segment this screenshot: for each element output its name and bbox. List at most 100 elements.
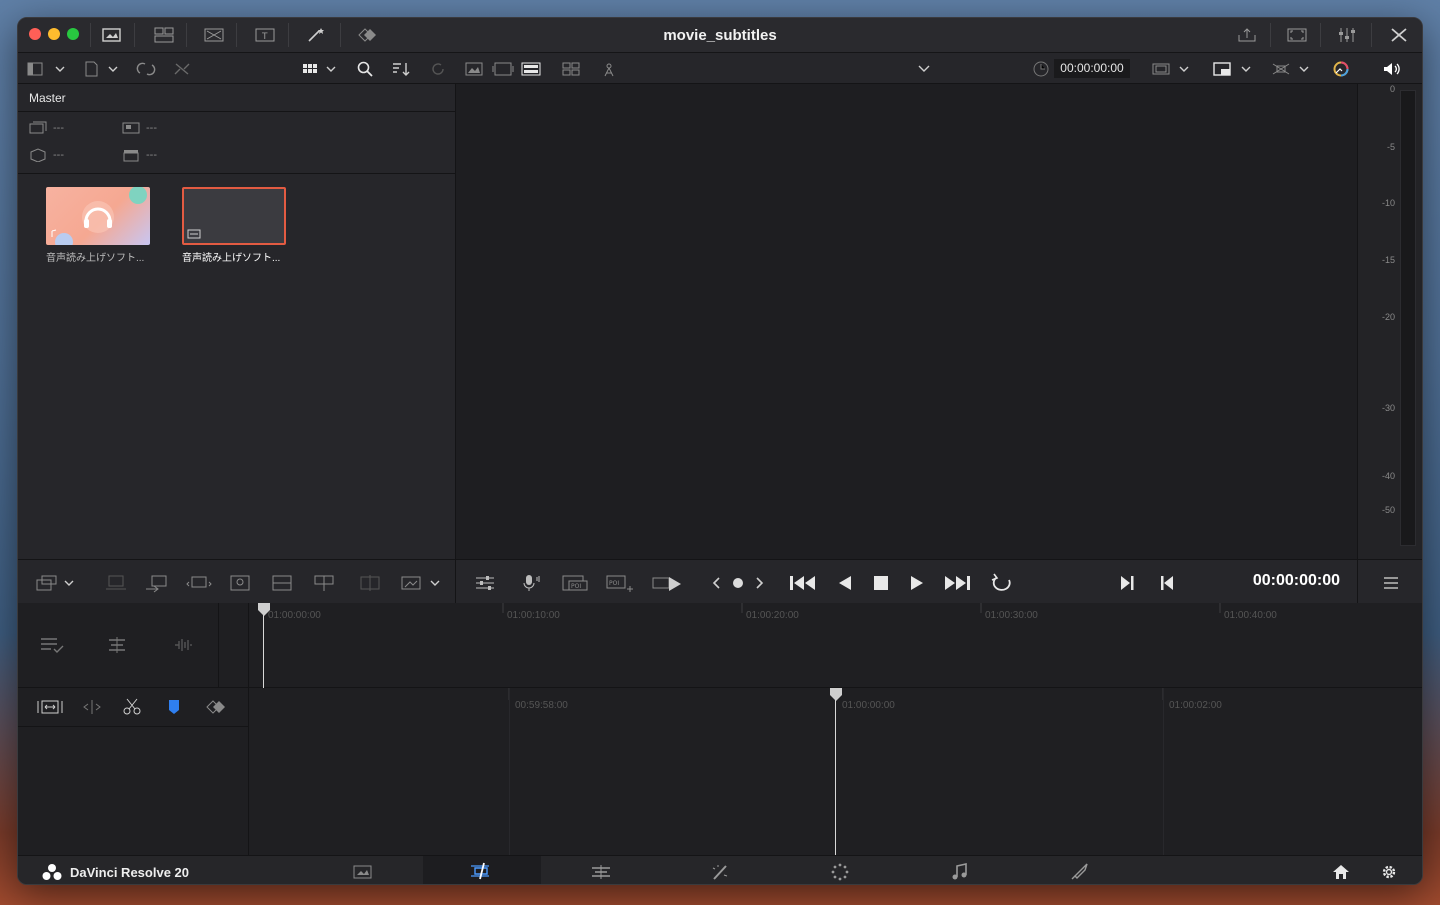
close-up-icon[interactable] [226, 572, 254, 594]
mark-in-icon[interactable] [1156, 572, 1178, 594]
page-tab-deliver[interactable] [1020, 856, 1138, 884]
tools-icon[interactable] [1386, 24, 1412, 46]
scissors-icon[interactable] [120, 696, 144, 718]
source-overwrite-icon[interactable] [310, 572, 338, 594]
playhead-upper[interactable] [257, 603, 271, 617]
unlink-icon[interactable] [170, 59, 194, 79]
timeline-overview[interactable]: 01:00:00:00 01:00:10:00 01:00:20:00 01:0… [249, 603, 1422, 688]
poi-icon[interactable]: POI [560, 572, 590, 594]
loop-icon[interactable] [988, 572, 1016, 594]
transform-dropdown[interactable] [1268, 59, 1312, 79]
full-extent-zoom-icon[interactable] [36, 696, 64, 718]
page-tab-edit[interactable] [542, 856, 660, 884]
audio-clip-thumbnail[interactable] [46, 187, 150, 245]
timeline-tools [18, 688, 249, 855]
meter-tick: -10 [1381, 198, 1395, 208]
clip-thumbnail[interactable]: 音声読み上げソフト... [46, 187, 150, 264]
quick-export-icon[interactable] [1234, 24, 1260, 46]
davinci-logo-icon [42, 864, 62, 880]
window-title: movie_subtitles [663, 27, 777, 44]
marker-icon[interactable] [162, 696, 186, 718]
viewer[interactable] [456, 84, 1357, 559]
jog-control[interactable] [710, 572, 766, 594]
speaker-icon[interactable] [1380, 59, 1404, 79]
play-reverse-icon[interactable] [834, 572, 856, 594]
clips-count-icon [29, 121, 47, 134]
safe-area-dropdown[interactable] [1148, 59, 1192, 79]
viewer-quality-dropdown[interactable] [1210, 59, 1254, 79]
page-tab-cut[interactable] [423, 856, 541, 884]
import-dropdown[interactable] [82, 59, 122, 79]
broadcast-icon[interactable] [598, 59, 620, 79]
color-wheel-icon[interactable] [1330, 59, 1352, 79]
timeline-view-icon[interactable] [520, 59, 542, 79]
relink-icon[interactable] [134, 59, 158, 79]
mixer-icon[interactable] [1334, 24, 1360, 46]
clip-name: 音声読み上げソフト... [46, 253, 145, 264]
source-timecode[interactable]: 00:00:00:00 [1054, 59, 1130, 78]
mark-out-icon[interactable] [1116, 572, 1138, 594]
keyframe-icon[interactable] [202, 696, 232, 718]
go-to-end-icon[interactable] [942, 572, 972, 594]
timeline-detail[interactable]: 00:59:58:00 01:00:00:00 01:00:02:00 [249, 688, 1422, 855]
subtitle-icon [187, 229, 201, 239]
smart-insert-dropdown[interactable] [32, 572, 78, 594]
sliders-icon[interactable] [472, 572, 498, 594]
metadata-area: --- --- --- --- [18, 112, 455, 174]
track-align-icon[interactable] [104, 633, 132, 657]
track-select-icon[interactable] [38, 633, 66, 657]
source-clip-icon[interactable] [464, 59, 484, 79]
append-icon[interactable] [142, 572, 170, 594]
edit-controls [18, 559, 456, 603]
source-tape-icon[interactable] [492, 59, 514, 79]
detail-zoom-icon[interactable] [78, 696, 106, 718]
meta-item: --- [122, 121, 157, 135]
viewer-menu-area [1357, 560, 1422, 604]
chevron-down-icon[interactable] [914, 59, 934, 79]
settings-gear-icon[interactable] [1378, 862, 1400, 882]
ripple-overwrite-icon[interactable] [184, 572, 214, 594]
page-tab-media[interactable] [304, 856, 422, 884]
page-tab-color[interactable] [781, 856, 899, 884]
multicam-icon[interactable] [560, 59, 582, 79]
timecode-clock-icon[interactable] [1030, 59, 1052, 79]
media-pool: Master --- --- --- --- 音声読み上げソフト... 音声読み… [18, 84, 456, 559]
meta-value: --- [53, 122, 64, 134]
view-mode-dropdown[interactable] [300, 59, 340, 79]
play-clip-icon[interactable] [650, 572, 684, 594]
meta-item: --- [29, 121, 64, 135]
fullscreen-viewer-icon[interactable] [1284, 24, 1310, 46]
home-icon[interactable] [1330, 862, 1352, 882]
smart-insert-icon[interactable] [102, 572, 130, 594]
sort-icon[interactable] [390, 59, 412, 79]
clip-name: 音声読み上げソフト... [182, 253, 281, 264]
ruler-label: 01:00:00:00 [268, 610, 321, 621]
clip-thumbnail-selected[interactable]: 音声読み上げソフト... [182, 187, 286, 264]
overlay-dropdown[interactable] [398, 572, 442, 594]
page-tab-fusion[interactable] [662, 856, 780, 884]
brand: DaVinci Resolve 20 [42, 863, 189, 881]
panel-layout-dropdown[interactable] [24, 59, 68, 79]
voiceover-mic-icon[interactable] [518, 572, 544, 594]
go-to-start-icon[interactable] [788, 572, 818, 594]
refresh-icon[interactable] [428, 59, 448, 79]
poi-add-icon[interactable]: POI [604, 572, 634, 594]
timeline-count-icon [122, 122, 140, 134]
page-tab-fairlight[interactable] [901, 856, 1019, 884]
subtitle-clip-thumbnail[interactable] [182, 187, 286, 245]
split-clip-icon[interactable] [356, 572, 384, 594]
place-on-top-icon[interactable] [268, 572, 296, 594]
meter-tick: -30 [1381, 403, 1395, 413]
play-icon[interactable] [906, 572, 928, 594]
fairlight-page-icon [952, 862, 967, 879]
playhead-lower[interactable] [829, 688, 843, 702]
ruler-label: 01:00:30:00 [985, 610, 1038, 621]
record-timecode[interactable]: 00:00:00:00 [1253, 572, 1340, 590]
ruler-label: 01:00:02:00 [1169, 700, 1222, 711]
search-icon[interactable] [354, 59, 376, 79]
hamburger-menu-icon[interactable] [1380, 572, 1402, 594]
stop-icon[interactable] [870, 572, 892, 594]
meter-tick: -5 [1386, 142, 1395, 152]
audio-waveform-icon[interactable] [170, 633, 198, 657]
divider [1270, 23, 1271, 47]
